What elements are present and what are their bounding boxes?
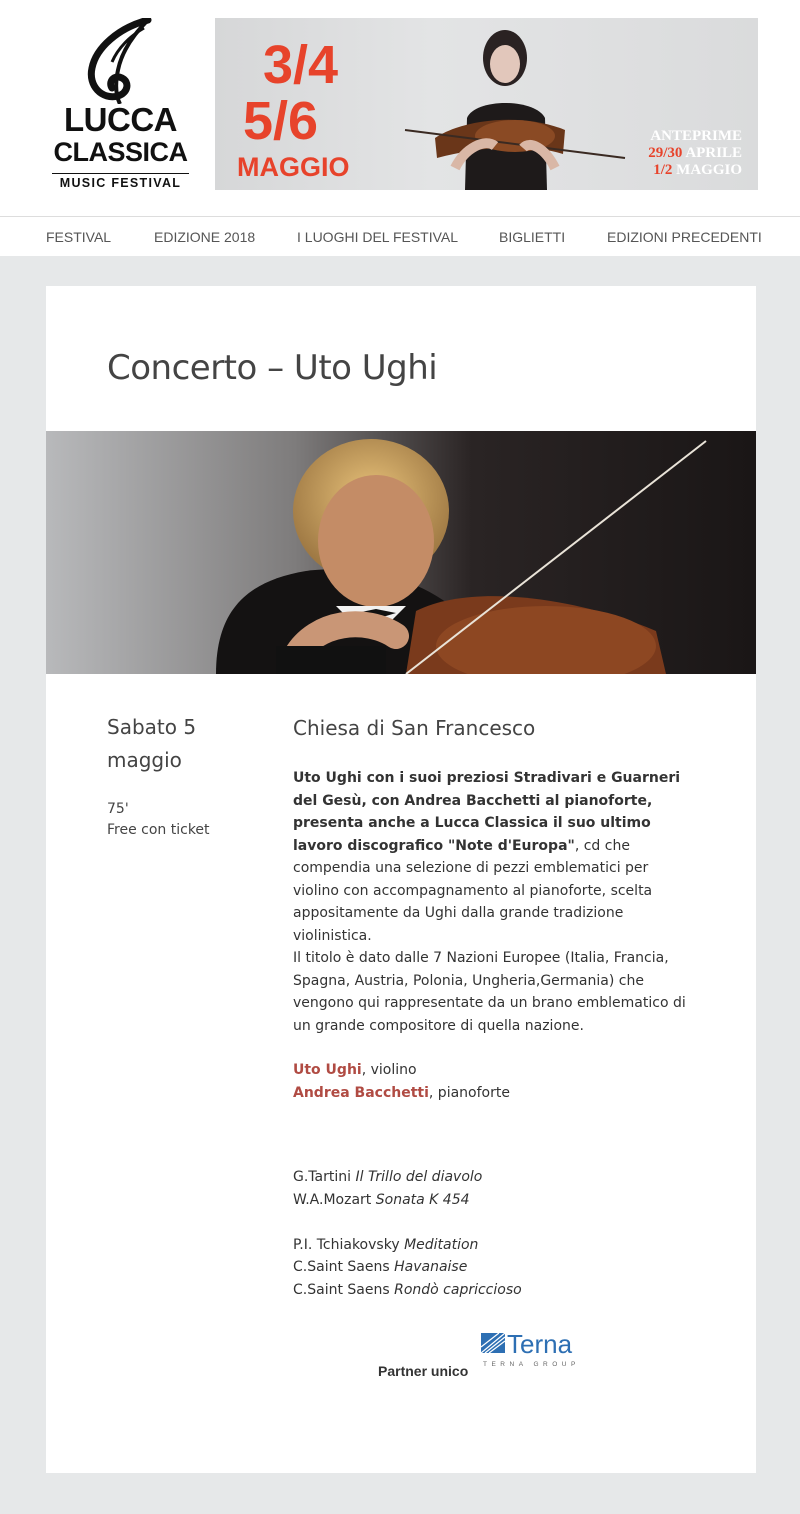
description-paragraph-1: Uto Ughi con i suoi preziosi Stradivari … <box>293 767 693 947</box>
banner-anteprime: ANTEPRIME 29/30 APRILE 1/2 MAGGIO <box>648 128 742 179</box>
program-composer: C.Saint Saens <box>293 1259 395 1275</box>
program-work: Il Trillo del diavolo <box>355 1169 483 1185</box>
banner-date-line2: 5/6 <box>243 91 319 151</box>
performer-name[interactable]: Uto Ughi <box>293 1062 362 1078</box>
event-ticket: Free con ticket <box>107 822 210 838</box>
anteprime-line1: 29/30 APRILE <box>648 145 742 162</box>
program-group: P.I. Tchiakovsky Meditation C.Saint Saen… <box>293 1234 693 1302</box>
nav-item-luoghi[interactable]: I LUOGHI DEL FESTIVAL <box>297 229 458 245</box>
event-meta: 75' Free con ticket <box>107 799 267 841</box>
anteprime-month2: MAGGIO <box>676 162 742 178</box>
program-composer: C.Saint Saens <box>293 1281 395 1298</box>
festival-banner[interactable]: 3/4 5/6 MAGGIO ANTEPRIME 29/30 APRILE 1/… <box>215 18 758 190</box>
nav-item-edizione-2018[interactable]: EDIZIONE 2018 <box>154 229 255 245</box>
partner-label: Partner unico <box>378 1363 469 1379</box>
performer-role: , pianoforte <box>428 1085 510 1101</box>
program-item: P.I. Tchiakovsky Meditation <box>293 1234 693 1257</box>
program-item: C.Saint Saens Havanaise <box>293 1256 693 1279</box>
program-work: Havanaise <box>394 1259 468 1275</box>
program-composer: W.A.Mozart <box>293 1191 376 1208</box>
nav-item-edizioni-precedenti[interactable]: EDIZIONI PRECEDENTI <box>607 229 762 245</box>
event-date-line1: Sabato 5 <box>107 715 197 739</box>
violinist-figure-image <box>404 30 626 190</box>
terna-logo[interactable]: Terna TERNA GROUP <box>481 1329 593 1369</box>
program-work: Rondò capriccioso <box>394 1281 522 1298</box>
event-duration: 75' <box>107 801 129 817</box>
anteprime-date1: 29/30 <box>648 145 683 161</box>
anteprime-label: ANTEPRIME <box>650 128 742 144</box>
anteprime-line2: 1/2 MAGGIO <box>648 162 742 179</box>
logo-lucca-text: LUCCA <box>64 101 177 138</box>
event-main: Chiesa di San Francesco Uto Ughi con i s… <box>293 711 693 1324</box>
event-date-line2: maggio <box>107 748 182 772</box>
page-title: Concerto – Uto Ughi <box>107 348 438 388</box>
performers-list: Uto Ughi, violino Andrea Bacchetti, pian… <box>293 1059 693 1105</box>
nav-item-biglietti[interactable]: BIGLIETTI <box>499 229 565 245</box>
performer-name[interactable]: Andrea Bacchetti <box>293 1085 429 1101</box>
lucca-classica-logo[interactable]: LUCCA CLASSICA MUSIC FESTIVAL <box>48 18 193 193</box>
program-list: G.Tartini Il Trillo del diavolo W.A.Moza… <box>293 1166 693 1301</box>
banner-month: MAGGIO <box>237 152 350 182</box>
violinist-photo-image <box>46 431 756 674</box>
event-sidebar: Sabato 5 maggio 75' Free con ticket <box>107 711 267 841</box>
program-composer: G.Tartini <box>293 1169 356 1185</box>
event-description: Uto Ughi con i suoi preziosi Stradivari … <box>293 767 693 1037</box>
terna-logo-text: Terna <box>507 1329 573 1359</box>
event-venue[interactable]: Chiesa di San Francesco <box>293 711 693 745</box>
logo-music-festival-text: MUSIC FESTIVAL <box>52 173 189 190</box>
program-item: G.Tartini Il Trillo del diavolo <box>293 1166 693 1189</box>
program-work: Sonata K 454 <box>375 1191 470 1208</box>
program-item: C.Saint Saens Rondò capriccioso <box>293 1279 693 1302</box>
program-work: Meditation <box>404 1236 479 1253</box>
banner-date-line1: 3/4 <box>263 35 339 95</box>
logo-classica-text: CLASSICA <box>53 137 188 167</box>
program-composer: P.I. Tchiakovsky <box>293 1236 405 1253</box>
nav-item-festival[interactable]: FESTIVAL <box>46 229 111 245</box>
treble-clef-icon <box>87 18 152 104</box>
performer-item: Andrea Bacchetti, pianoforte <box>293 1082 693 1105</box>
main-nav: FESTIVAL EDIZIONE 2018 I LUOGHI DEL FEST… <box>0 216 800 256</box>
performer-role: , violino <box>361 1062 417 1078</box>
performer-item: Uto Ughi, violino <box>293 1059 693 1082</box>
anteprime-month1: APRILE <box>685 145 742 161</box>
event-card: Concerto – Uto Ughi Sabato 5 maggio 75' … <box>46 286 756 1473</box>
partner-block: Partner unico Terna TERNA GROUP <box>378 1329 678 1379</box>
program-group: G.Tartini Il Trillo del diavolo W.A.Moza… <box>293 1166 693 1211</box>
anteprime-date2: 1/2 <box>653 162 673 178</box>
program-item: W.A.Mozart Sonata K 454 <box>293 1189 693 1212</box>
description-paragraph-2: Il titolo è dato dalle 7 Nazioni Europee… <box>293 950 686 1034</box>
site-header: LUCCA CLASSICA MUSIC FESTIVAL 3/4 5/6 MA… <box>0 0 800 216</box>
terna-group-text: TERNA GROUP <box>483 1361 580 1368</box>
event-photo <box>46 431 756 674</box>
